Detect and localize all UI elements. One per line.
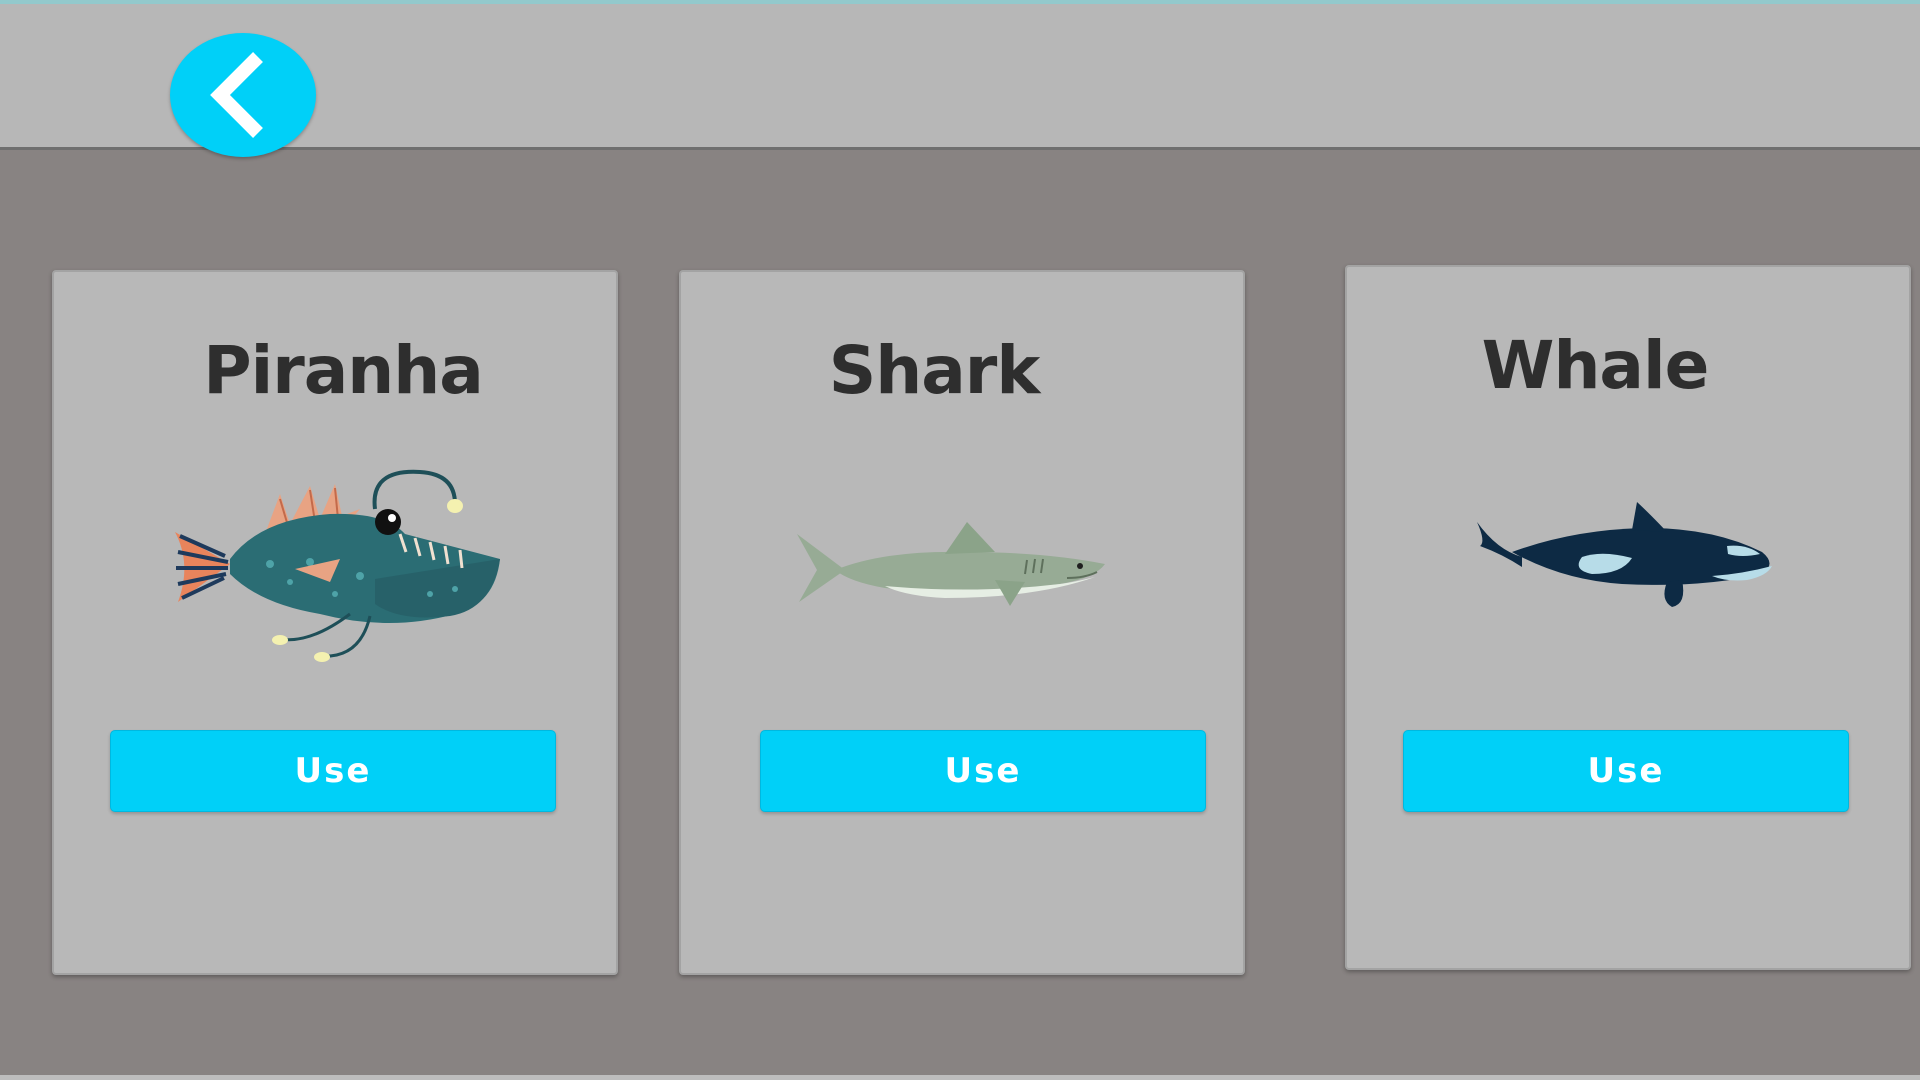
chevron-left-icon	[210, 52, 263, 138]
header-bar	[0, 4, 1920, 157]
use-button-piranha[interactable]: Use	[110, 730, 556, 812]
shark-icon	[797, 522, 1105, 606]
back-button[interactable]	[170, 33, 316, 157]
creature-card-piranha: Piranha Use	[52, 270, 618, 975]
bottom-strip	[0, 1075, 1920, 1080]
card-title: Shark	[828, 332, 1041, 409]
card-title: Whale	[1481, 327, 1710, 404]
creature-card-whale: Whale Use	[1345, 265, 1911, 970]
orca-icon	[1477, 502, 1772, 607]
use-button-whale[interactable]: Use	[1403, 730, 1849, 812]
use-button-shark[interactable]: Use	[760, 730, 1206, 812]
creature-card-shark: Shark Use	[679, 270, 1245, 975]
anglerfish-icon	[175, 469, 500, 662]
card-title: Piranha	[203, 332, 484, 409]
